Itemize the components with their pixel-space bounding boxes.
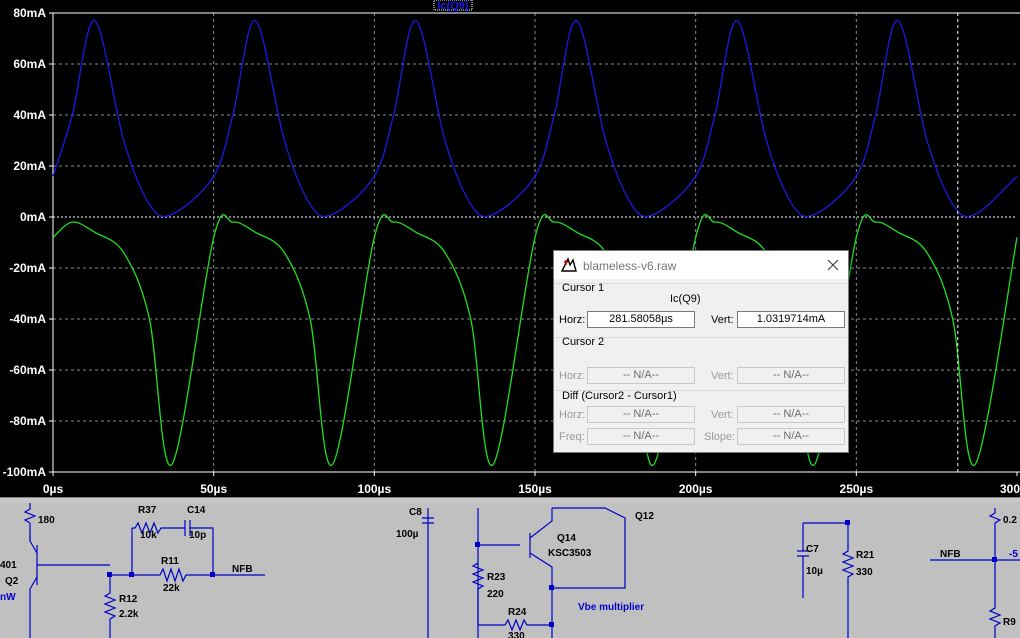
y-tick-label: 20mA [13,159,46,173]
label-r24-value: 330 [508,631,525,638]
label-q2-extra: nW [0,592,16,603]
ltspice-app-icon [561,257,577,273]
label-r11-value: 22k [163,583,180,594]
x-tick-label: 0µs [43,482,64,496]
x-tick-label: 300 [1000,482,1020,496]
x-tick-label: 50µs [200,482,227,496]
label-q12: Q12 [635,511,654,522]
y-tick-label: 60mA [13,57,46,71]
y-tick-label: -40mA [9,312,46,326]
label-q2-part: 401 [0,560,17,571]
trace-name-ic-q9[interactable]: Ic(Q9) [437,0,469,12]
label-r12: R12 [119,594,138,605]
cursor2-heading: Cursor 2 [562,336,605,348]
waveform-plot-pane[interactable]: 80mA 60mA 40mA 20mA 0mA -20mA -40mA -60mA -80mA -… [0,0,1020,497]
label-q2: Q2 [5,576,19,587]
plot-grid [53,13,1017,472]
y-tick-label: -60mA [9,363,46,377]
cursor-dialog[interactable]: blameless-v6.raw Cursor 1 Ic(Q9) Horz: 2… [553,250,849,453]
schematic-pane[interactable]: 180 R37 10k C14 10p R11 22k NFB 401 Q2 n… [0,503,1020,638]
label-right-value: 0.2 [1003,515,1017,526]
label-r21-value: 330 [856,567,873,578]
label-r9: R9 [1003,617,1016,628]
label-r37-value: 10k [140,530,157,541]
y-tick-label: -100mA [3,465,47,479]
label-r21: R21 [856,550,875,561]
cursor1-horz-label: Horz: [559,314,586,326]
net-label-nfb-left: NFB [232,564,253,575]
label-c14-value: 10p [189,530,207,541]
label-c8: C8 [409,507,422,518]
label-right-minus: -5 [1009,549,1018,560]
diff-freq-field: -- N/A-- [587,428,695,445]
y-tick-label: -80mA [9,414,46,428]
cursor2-horz-field: -- N/A-- [587,367,695,384]
cursor1-vert-label: Vert: [711,314,734,326]
x-tick-label: 100µs [358,482,392,496]
y-axis-labels: 80mA 60mA 40mA 20mA 0mA -20mA -40mA -60mA -80mA -… [3,6,53,479]
cursor1-heading: Cursor 1 [562,282,605,294]
label-r24: R24 [508,607,527,618]
label-c7: C7 [806,544,819,555]
label-c7-value: 10µ [806,566,823,577]
diff-freq-label: Freq: [559,431,585,443]
cursor2-vert-label: Vert: [711,370,734,382]
diff-slope-field: -- N/A-- [737,428,845,445]
close-icon[interactable] [822,254,844,276]
x-tick-label: 150µs [518,482,552,496]
diff-horz-label: Horz: [559,409,586,421]
x-axis-labels: 0µs 50µs 100µs 150µs 200µs 250µs 300 [43,472,1020,496]
y-tick-label: -20mA [9,261,46,275]
y-tick-label: 0mA [20,210,46,224]
cursor2-horz-label: Horz: [559,370,586,382]
y-tick-label: 80mA [13,6,46,20]
label-r37: R37 [138,505,157,516]
cursor1-horz-field[interactable]: 281.58058µs [587,311,695,328]
cursor1-trace-name: Ic(Q9) [670,293,701,305]
net-label-nfb-right: NFB [940,549,961,560]
waveform-plot[interactable]: 80mA 60mA 40mA 20mA 0mA -20mA -40mA -60mA -80mA -… [0,0,1020,497]
label-r-top-value: 180 [38,515,55,526]
plot-frame [52,12,1020,473]
label-q14: Q14 [557,533,576,544]
comment-vbe-multiplier: Vbe multiplier [578,602,645,613]
cursor1-vert-field[interactable]: 1.0319714mA [737,311,845,328]
dialog-title: blameless-v6.raw [583,259,677,273]
x-tick-label: 250µs [840,482,874,496]
diff-slope-label: Slope: [704,431,736,443]
label-r11: R11 [161,556,179,567]
label-q14-part: KSC3503 [548,548,592,559]
label-c14: C14 [187,505,206,516]
diff-heading: Diff (Cursor2 - Cursor1) [562,390,677,402]
diff-vert-label: Vert: [711,409,734,421]
x-tick-label: 200µs [679,482,713,496]
diff-horz-field: -- N/A-- [587,406,695,423]
label-r12-value: 2.2k [119,609,139,620]
diff-vert-field: -- N/A-- [737,406,845,423]
label-c8-value: 100µ [396,529,419,540]
y-tick-label: 40mA [13,108,46,122]
label-r23: R23 [487,572,506,583]
dialog-titlebar[interactable]: blameless-v6.raw [554,251,848,279]
cursor2-vert-field: -- N/A-- [737,367,845,384]
label-r23-value: 220 [487,589,504,600]
trace-label: Ic(Q9) [433,0,473,12]
